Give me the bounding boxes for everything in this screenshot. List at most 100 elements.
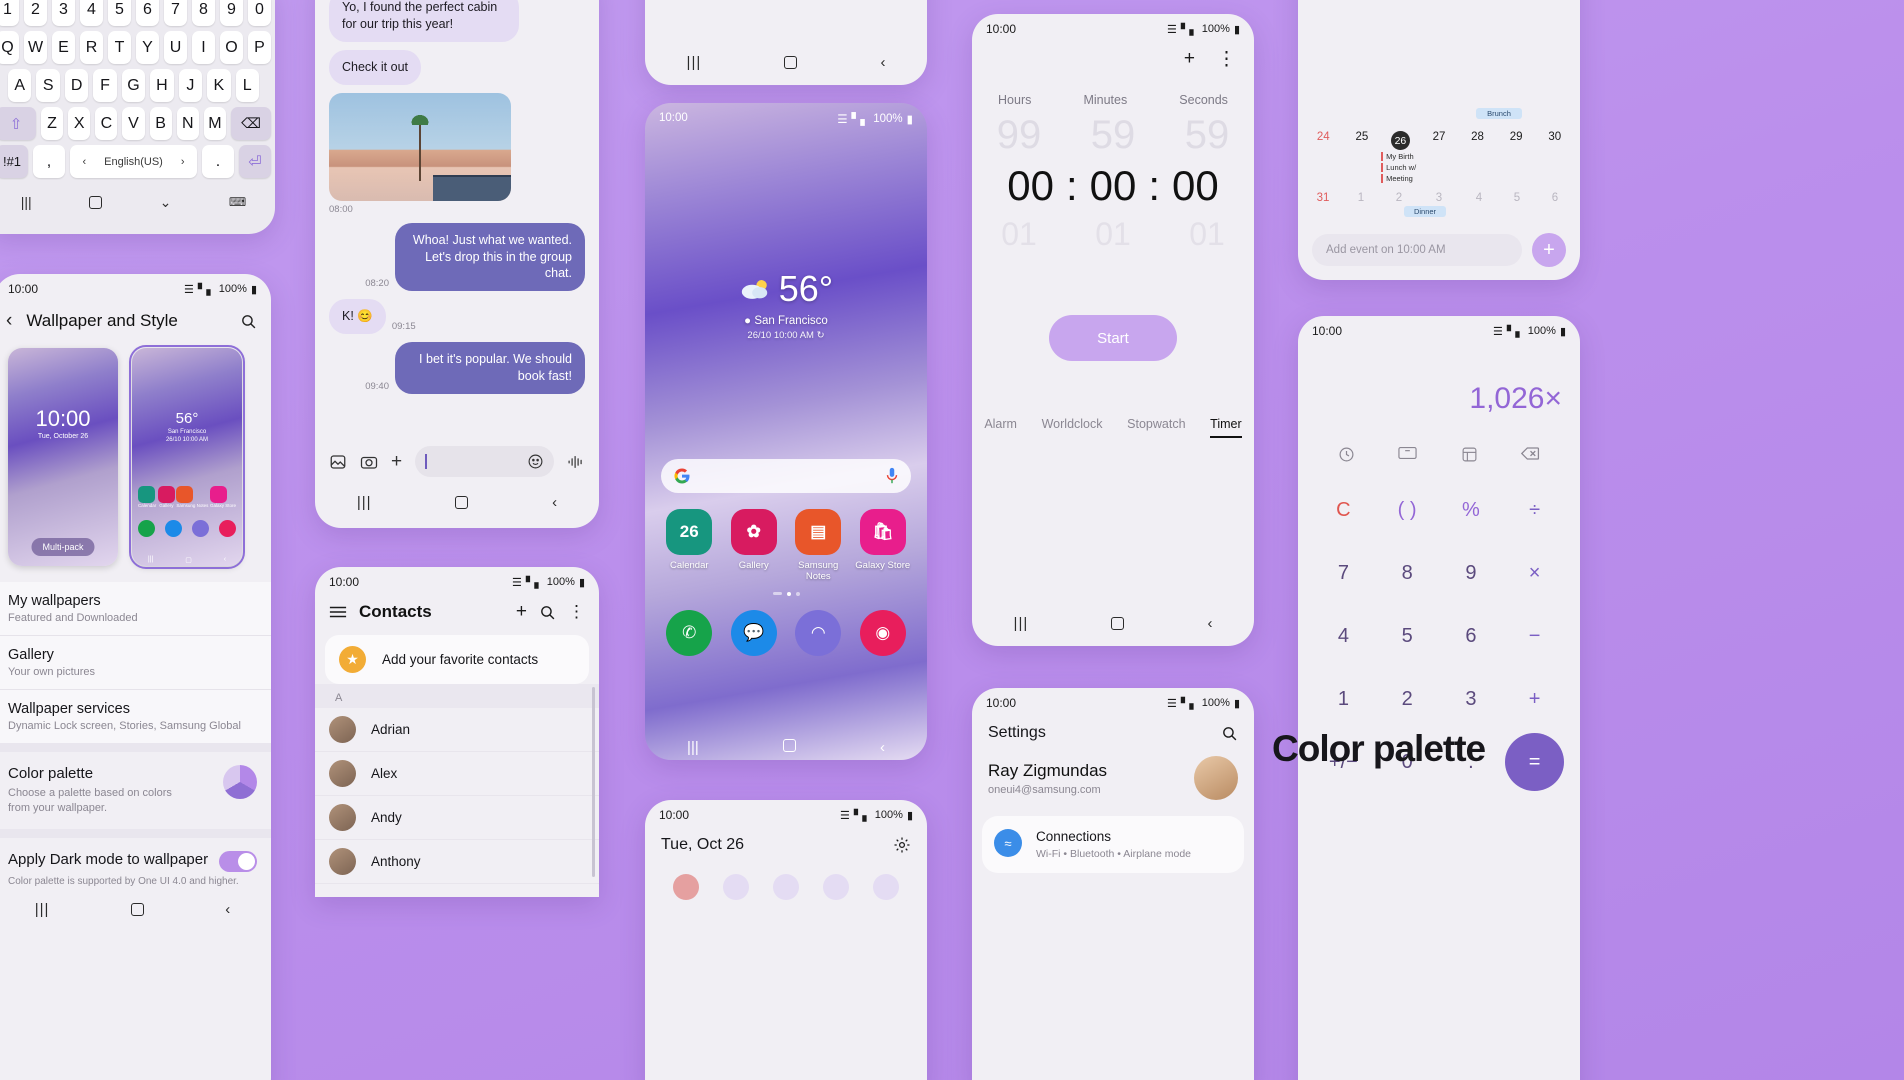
calc-key-[interactable]: = (1505, 733, 1564, 791)
profile-row[interactable]: Ray Zigmundas oneui4@samsung.com (972, 748, 1254, 816)
key-e[interactable]: E (52, 31, 75, 64)
wallpaper-source-item[interactable]: My wallpapers Featured and Downloaded (0, 582, 271, 636)
avatar[interactable] (1194, 756, 1238, 800)
add-favorites-row[interactable]: ★ Add your favorite contacts (325, 635, 589, 684)
recents-button[interactable]: ||| (35, 901, 50, 918)
home-button[interactable] (89, 195, 103, 209)
lockscreen-preview[interactable]: 10:00 Tue, October 26 Multi-pack (8, 348, 118, 566)
more-options-icon[interactable]: ⋮ (568, 602, 585, 622)
calc-key-[interactable]: % (1442, 481, 1501, 539)
back-button[interactable]: ‹ (225, 901, 230, 918)
wallpaper-source-item[interactable]: Wallpaper services Dynamic Lock screen, S… (0, 690, 271, 743)
plus-icon[interactable]: + (391, 451, 402, 473)
calc-key-1[interactable]: 1 (1314, 670, 1373, 728)
timer-tab-stopwatch[interactable]: Stopwatch (1127, 417, 1185, 438)
key-8[interactable]: 8 (192, 0, 215, 26)
home-app-samsung-notes[interactable]: ▤ Samsung Notes (790, 509, 846, 582)
calc-key-8[interactable]: 8 (1378, 544, 1437, 602)
calendar-day-next-5[interactable]: 5 (1498, 185, 1536, 219)
key-y[interactable]: Y (136, 31, 159, 64)
home-app-calendar[interactable]: 26 Calendar (661, 509, 717, 582)
start-button[interactable]: Start (1049, 315, 1177, 361)
settings-row[interactable]: ≈ Connections Wi-Fi • Bluetooth • Airplane… (982, 816, 1244, 873)
converter-icon[interactable] (1461, 446, 1478, 463)
key-d[interactable]: D (64, 69, 89, 102)
calc-key-[interactable]: − (1505, 607, 1564, 665)
contact-row[interactable]: Alex (315, 752, 599, 796)
key-h[interactable]: H (150, 69, 174, 102)
home-button[interactable] (784, 55, 798, 69)
incoming-message[interactable]: Yo, I found the perfect cabin for our tr… (329, 0, 519, 42)
recents-button[interactable]: ||| (1014, 615, 1029, 632)
outgoing-message[interactable]: I bet it's popular. We should book fast! (395, 342, 585, 394)
scrollbar[interactable] (592, 687, 595, 877)
key-j[interactable]: J (178, 69, 203, 102)
calc-key-4[interactable]: 4 (1314, 607, 1373, 665)
lang-prev-icon[interactable]: ‹ (82, 156, 86, 168)
day-chip[interactable] (773, 874, 799, 900)
gear-icon[interactable] (893, 836, 911, 854)
key-a[interactable]: A (8, 69, 32, 102)
calendar-event[interactable]: Lunch w/ (1381, 163, 1420, 172)
key-v[interactable]: V (122, 107, 145, 140)
back-icon[interactable]: ‹ (6, 310, 12, 332)
backspace-icon[interactable] (1521, 446, 1540, 463)
calc-key-[interactable]: ÷ (1505, 481, 1564, 539)
key-7[interactable]: 7 (164, 0, 187, 26)
recents-button[interactable]: ||| (687, 54, 702, 71)
key-t[interactable]: T (108, 31, 131, 64)
chat-image[interactable] (329, 92, 511, 201)
palette-swatch-icon[interactable] (223, 765, 257, 799)
incoming-message[interactable]: Check it out (329, 49, 422, 85)
calendar-day-next-31[interactable]: 31 (1304, 185, 1342, 219)
key-9[interactable]: 9 (220, 0, 243, 26)
more-options-icon[interactable]: ⋮ (1217, 48, 1236, 71)
back-button[interactable]: ‹ (552, 494, 557, 511)
key-c[interactable]: C (95, 107, 118, 140)
enter-key[interactable]: ⏎ (239, 145, 271, 178)
recents-button[interactable]: ||| (21, 194, 32, 210)
phone-icon[interactable]: ✆ (666, 610, 713, 656)
internet-icon[interactable]: ◠ (795, 610, 842, 656)
key-6[interactable]: 6 (136, 0, 159, 26)
emoji-icon[interactable] (527, 453, 544, 470)
shift-key[interactable]: ⇧ (0, 107, 36, 140)
voice-icon[interactable] (567, 455, 585, 469)
day-chip[interactable] (723, 874, 749, 900)
space-key[interactable]: ‹ English(US) › (70, 145, 197, 178)
calendar-day-26[interactable]: 26 My Birth Lunch w/Meeting (1381, 124, 1420, 185)
calendar-day-30[interactable]: 30 (1535, 124, 1574, 185)
home-app-galaxy-store[interactable]: 🛍 Galaxy Store (855, 509, 911, 582)
day-chip[interactable] (873, 874, 899, 900)
camera-icon[interactable] (360, 453, 378, 471)
search-icon[interactable] (240, 313, 257, 330)
calc-key-C[interactable]: C (1314, 481, 1373, 539)
key-k[interactable]: K (207, 69, 231, 102)
mic-icon[interactable] (885, 467, 899, 485)
calendar-day-29[interactable]: 29 (1497, 124, 1536, 185)
keypad-icon[interactable] (1398, 446, 1417, 463)
key-u[interactable]: U (164, 31, 187, 64)
key-f[interactable]: F (93, 69, 117, 102)
calc-key-[interactable]: ( ) (1378, 481, 1437, 539)
symbols-key[interactable]: !#1 (0, 145, 28, 178)
dark-mode-toggle[interactable] (219, 850, 257, 872)
hide-keyboard-button[interactable]: ⌄ (160, 194, 172, 211)
add-event-button[interactable]: + (1532, 233, 1566, 267)
key-g[interactable]: G (121, 69, 146, 102)
home-button[interactable] (1111, 616, 1125, 630)
add-event-input[interactable]: Add event on 10:00 AM (1312, 234, 1522, 266)
dark-mode-row[interactable]: Apply Dark mode to wallpaper (0, 838, 271, 876)
refresh-icon[interactable]: ↻ (817, 330, 825, 341)
contact-row[interactable]: Andy (315, 796, 599, 840)
key-0[interactable]: 0 (248, 0, 271, 26)
calendar-day-25[interactable]: 25 (1343, 124, 1382, 185)
back-button[interactable]: ‹ (880, 54, 885, 71)
key-w[interactable]: W (24, 31, 47, 64)
recents-button[interactable]: ||| (687, 739, 699, 756)
weather-widget[interactable]: 56° ● San Francisco 26/10 10:00 AM ↻ (645, 268, 927, 341)
timer-main-value[interactable]: 00:00:00 (972, 162, 1254, 210)
key-o[interactable]: O (220, 31, 243, 64)
wallpaper-source-item[interactable]: Gallery Your own pictures (0, 636, 271, 690)
key-p[interactable]: P (248, 31, 271, 64)
